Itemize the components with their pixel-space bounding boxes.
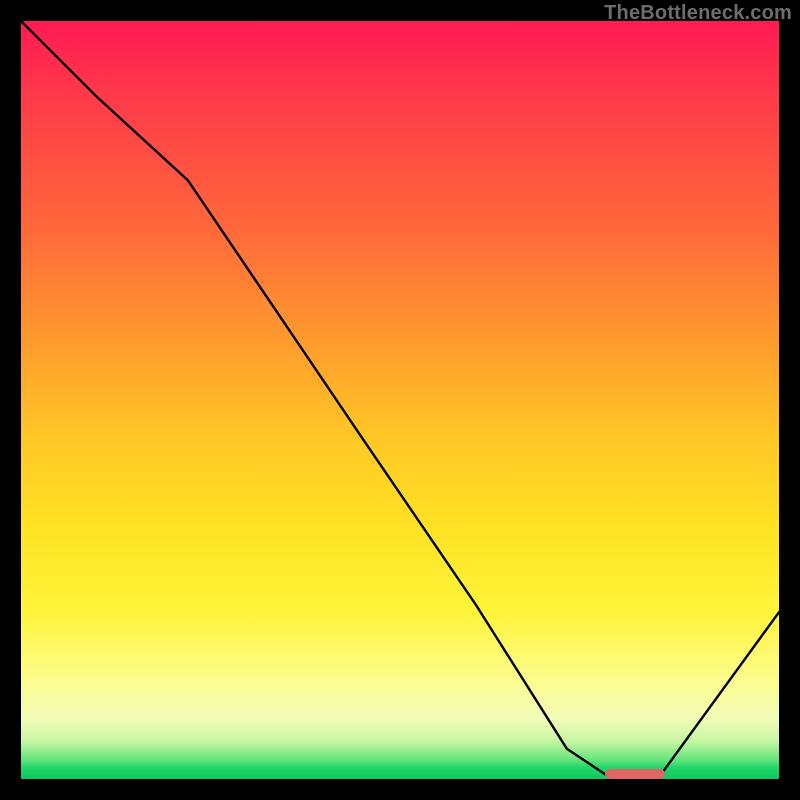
optimal-range-marker: [605, 769, 666, 779]
chart-frame: [21, 21, 779, 779]
chart-background-gradient: [21, 21, 779, 779]
